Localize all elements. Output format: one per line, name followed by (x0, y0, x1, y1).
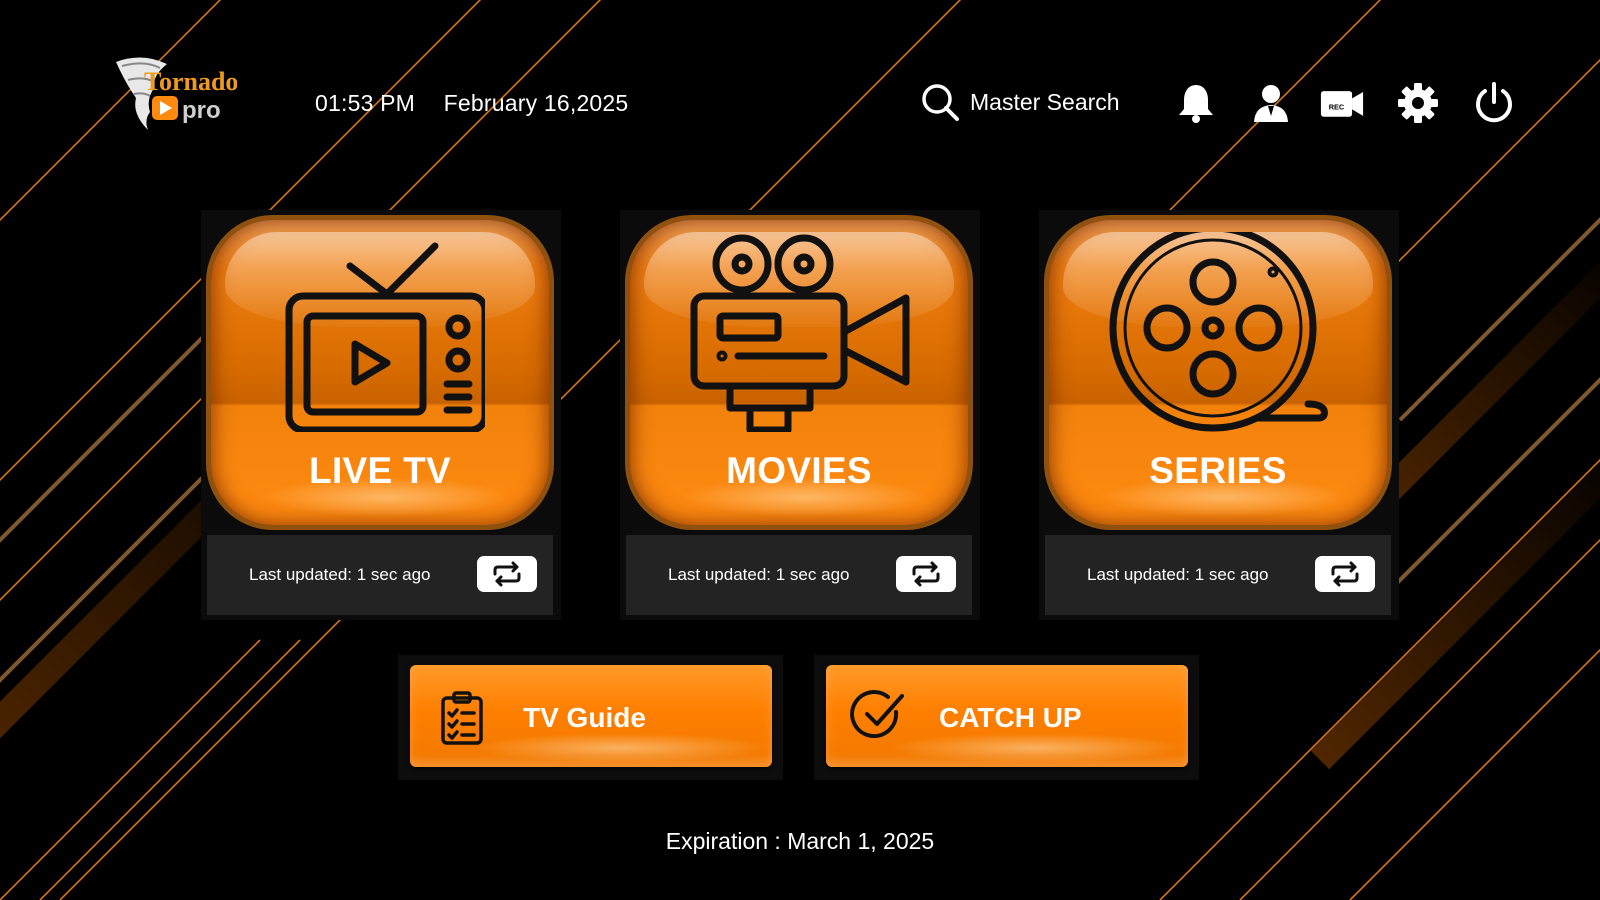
profile-icon (1254, 85, 1288, 122)
tv-guide-card: TV Guide (398, 655, 783, 780)
live-tv-card: LIVE TV Last updated: 1 sec ago (201, 210, 561, 620)
series-last-updated: Last updated: 1 sec ago (1087, 565, 1269, 584)
series-update-bar: Last updated: 1 sec ago (1045, 535, 1391, 615)
movies-card: MOVIES Last updated: 1 sec ago (620, 210, 980, 620)
gear-icon (1398, 83, 1438, 123)
series-refresh-button[interactable] (1315, 556, 1375, 592)
recordings-button[interactable]: REC (1320, 82, 1364, 124)
tv-icon (285, 242, 485, 432)
movies-title: MOVIES (726, 450, 872, 491)
series-card: SERIES Last updated: 1 sec ago (1039, 210, 1399, 620)
movie-camera-icon (690, 234, 910, 432)
live-tv-title: LIVE TV (309, 450, 451, 491)
expiration-text: Expiration : March 1, 2025 (665, 828, 935, 854)
bell-icon (1179, 85, 1213, 123)
power-icon (1476, 82, 1512, 123)
clipboard-checklist-icon (441, 691, 483, 745)
refresh-icon (493, 561, 521, 587)
tornado-logo-icon: Tornado pro (116, 57, 238, 130)
check-circle-icon (850, 690, 904, 738)
movies-tile[interactable]: MOVIES (630, 220, 968, 525)
svg-text:pro: pro (182, 97, 221, 124)
series-title: SERIES (1149, 450, 1287, 491)
datetime-display: 01:53 PM February 16,2025 (315, 90, 650, 117)
live-tv-refresh-button[interactable] (477, 556, 537, 592)
rec-icon: REC (1320, 91, 1364, 117)
settings-button[interactable] (1396, 82, 1440, 124)
button-shine (886, 733, 1186, 763)
catch-up-button[interactable]: CATCH UP (826, 665, 1188, 767)
movies-refresh-button[interactable] (896, 556, 956, 592)
live-tv-update-bar: Last updated: 1 sec ago (207, 535, 553, 615)
movies-update-bar: Last updated: 1 sec ago (626, 535, 972, 615)
svg-text:REC: REC (1329, 102, 1345, 111)
catch-up-card: CATCH UP (814, 655, 1199, 780)
time-label: 01:53 PM (315, 90, 416, 116)
master-search-button[interactable]: Master Search (920, 82, 1120, 122)
power-button[interactable] (1472, 82, 1516, 124)
catch-up-label: CATCH UP (939, 702, 1082, 733)
live-tv-last-updated: Last updated: 1 sec ago (249, 565, 431, 584)
date-label: February 16,2025 (443, 90, 629, 116)
tornado-pro-logo: Tornado pro (112, 54, 238, 134)
notifications-button[interactable] (1174, 82, 1218, 124)
svg-text:Tornado: Tornado (144, 67, 237, 96)
profile-button[interactable] (1249, 82, 1293, 124)
series-tile[interactable]: SERIES (1049, 220, 1387, 525)
master-search-label: Master Search (970, 88, 1120, 115)
live-tv-tile[interactable]: LIVE TV (211, 220, 549, 525)
button-shine (470, 733, 770, 763)
search-icon (922, 84, 959, 121)
film-reel-icon (1109, 232, 1328, 432)
refresh-icon (1331, 561, 1359, 587)
refresh-icon (912, 561, 940, 587)
tv-guide-label: TV Guide (523, 702, 646, 733)
movies-last-updated: Last updated: 1 sec ago (668, 565, 850, 584)
tv-guide-button[interactable]: TV Guide (410, 665, 772, 767)
